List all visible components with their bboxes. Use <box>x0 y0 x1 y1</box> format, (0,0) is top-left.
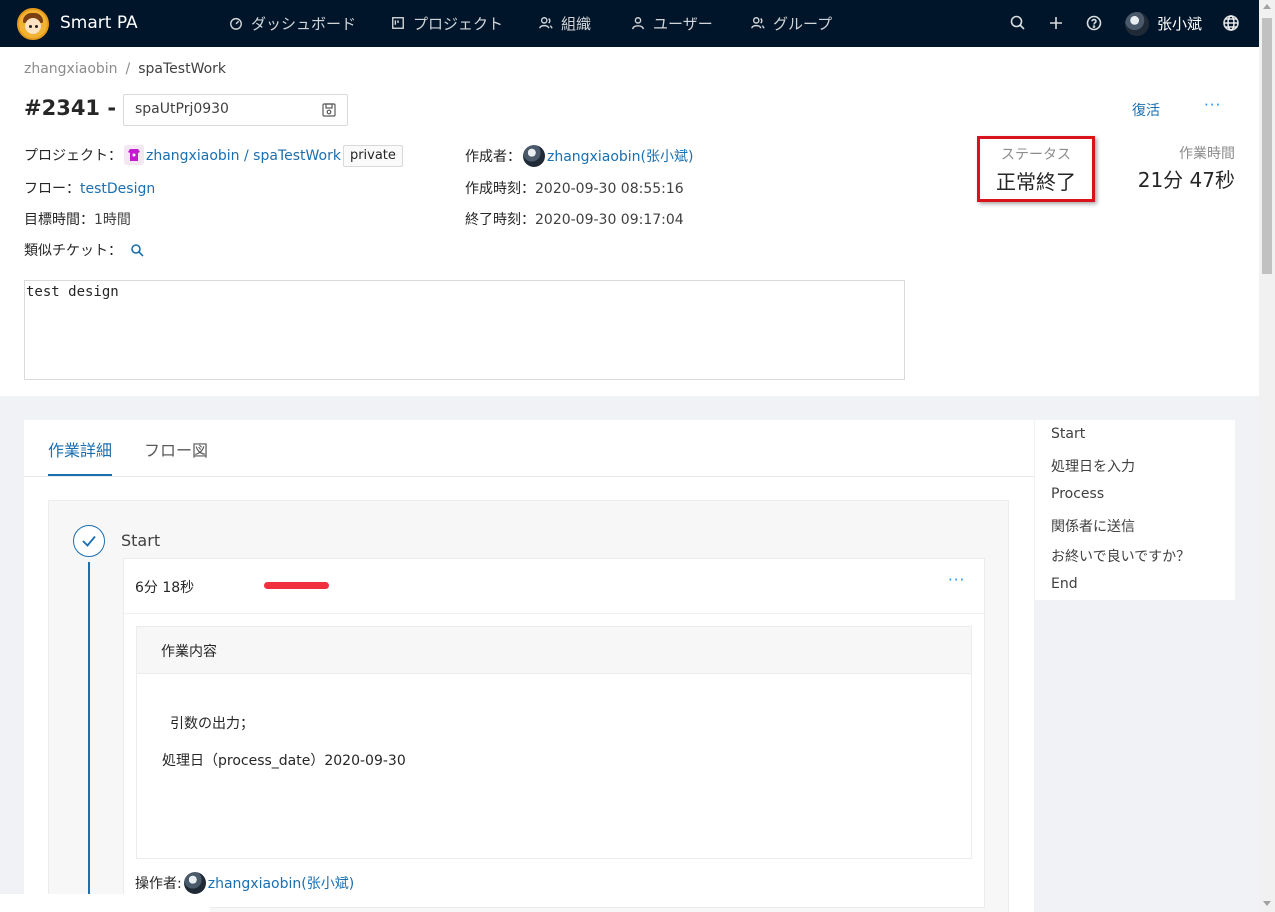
user-name[interactable]: 张小斌 <box>1157 13 1202 34</box>
more-options-icon[interactable]: ··· <box>1204 96 1221 114</box>
breadcrumb-owner[interactable]: zhangxiaobin <box>24 61 118 77</box>
scroll-down-arrow[interactable] <box>1263 901 1271 906</box>
brand-name[interactable]: Smart PA <box>60 13 138 33</box>
target-time-row: 目標時間：1時間 <box>24 212 131 228</box>
target-time-value: 1時間 <box>94 212 131 228</box>
project-type-icon <box>124 145 144 165</box>
project-row: プロジェクト： zhangxiaobin / spaTestWork private <box>24 145 403 167</box>
nav-users[interactable]: ユーザー <box>631 13 713 33</box>
step-complete-icon <box>73 525 105 557</box>
nav-groups[interactable]: グループ <box>751 13 832 33</box>
work-content-box: 作業内容 引数の出力； 処理日（process_date）2020-09-30 <box>136 626 972 859</box>
nav-projects[interactable]: プロジェクト <box>391 13 503 33</box>
creator-row: 作成者： zhangxiaobin(张小斌) <box>465 145 693 167</box>
status-label: ステータス <box>1001 147 1071 163</box>
help-icon[interactable] <box>1085 14 1103 32</box>
save-icon[interactable] <box>322 103 336 117</box>
ticket-header-panel: zhangxiaobin/spaTestWork #2341 - 復活 ··· … <box>0 47 1259 396</box>
ticket-number: #2341 - <box>24 96 117 120</box>
anchor-item[interactable]: Start <box>1051 426 1085 442</box>
user-avatar[interactable] <box>1125 12 1149 36</box>
scroll-up-arrow[interactable] <box>1263 4 1271 9</box>
dashboard-icon <box>230 17 242 30</box>
flow-row: フロー：testDesign <box>24 181 156 197</box>
anchor-item[interactable]: 関係者に送信 <box>1051 516 1135 536</box>
anchor-item[interactable]: End <box>1051 576 1078 592</box>
tab-work-detail[interactable]: 作業詳細 <box>48 437 112 461</box>
active-tab-indicator <box>48 474 112 476</box>
organization-icon <box>539 17 553 29</box>
description-text: test design <box>26 284 119 300</box>
work-time-label: 作業時間 <box>1179 146 1235 162</box>
step-duration: 6分 18秒 <box>135 580 195 596</box>
step-anchor-list: Start 処理日を入力 Process 関係者に送信 お終いで良いですか？ E… <box>1035 420 1235 600</box>
status-highlight-box: ステータス 正常終了 <box>977 136 1095 202</box>
plus-icon[interactable] <box>1047 14 1065 32</box>
breadcrumb-project[interactable]: spaTestWork <box>138 61 226 77</box>
detail-tabs: 作業詳細 フロー図 <box>24 420 1034 477</box>
work-content-line: 処理日（process_date）2020-09-30 <box>162 753 406 769</box>
breadcrumb: zhangxiaobin / spaTestWork <box>24 61 226 77</box>
top-navbar: Smart PA ダッシュボード プロジェクト 組織 ユーザー グループ 张小斌 <box>0 0 1259 47</box>
ended-time-value: 2020-09-30 09:17:04 <box>535 212 684 228</box>
project-link[interactable]: zhangxiaobin / spaTestWork <box>146 148 341 164</box>
nav-dashboard[interactable]: ダッシュボード <box>229 13 356 33</box>
similar-tickets-row: 類似チケット： <box>24 240 144 260</box>
work-content-header: 作業内容 <box>137 627 971 674</box>
nav-organization[interactable]: 組織 <box>539 13 591 33</box>
timeline: Start 6分 18秒 ··· 作業内容 引数の出力； 処理日（process… <box>48 500 1009 912</box>
work-content-line: 引数の出力； <box>170 716 254 732</box>
creator-avatar <box>523 145 545 167</box>
redacted-mark <box>264 582 329 589</box>
page-scrollbar[interactable] <box>1259 0 1275 912</box>
work-detail-card: 作業詳細 フロー図 Start 6分 18秒 ··· 作業内容 引数の出力； 処… <box>24 420 1034 912</box>
anchor-item[interactable]: 処理日を入力 <box>1051 456 1135 476</box>
search-icon[interactable] <box>1009 14 1027 32</box>
description-box[interactable]: test design <box>24 280 905 380</box>
globe-icon[interactable] <box>1222 14 1240 32</box>
anchor-item[interactable]: お終いで良いですか？ <box>1051 546 1190 566</box>
created-time-value: 2020-09-30 08:55:16 <box>535 181 684 197</box>
operator-link[interactable]: zhangxiaobin(张小斌) <box>208 876 354 892</box>
search-similar-icon[interactable] <box>130 243 144 257</box>
step-title: Start <box>121 531 161 550</box>
user-icon <box>632 17 644 30</box>
breadcrumb-separator: / <box>125 61 131 77</box>
group-icon <box>751 17 765 29</box>
flow-link[interactable]: testDesign <box>80 181 155 197</box>
tab-flow-diagram[interactable]: フロー図 <box>144 437 208 461</box>
created-time-row: 作成時刻：2020-09-30 08:55:16 <box>465 181 684 197</box>
step-more-icon[interactable]: ··· <box>948 571 965 589</box>
ticket-title-field[interactable] <box>123 94 348 126</box>
operator-row: 操作者: zhangxiaobin(张小斌) <box>135 872 354 894</box>
work-time-value: 21分 47秒 <box>1137 168 1235 192</box>
timeline-connector <box>88 562 90 912</box>
status-value: 正常終了 <box>996 170 1076 194</box>
app-logo[interactable] <box>17 8 49 40</box>
anchor-item[interactable]: Process <box>1051 486 1104 502</box>
operator-avatar <box>183 872 206 894</box>
creator-link[interactable]: zhangxiaobin(张小斌) <box>547 149 693 165</box>
ended-time-row: 終了時刻：2020-09-30 09:17:04 <box>465 212 684 228</box>
visibility-tag: private <box>342 145 403 167</box>
ticket-title-input[interactable] <box>135 101 315 117</box>
scrollbar-thumb[interactable] <box>1262 18 1272 274</box>
step-card: 6分 18秒 ··· 作業内容 引数の出力； 処理日（process_date）… <box>123 558 985 908</box>
restore-button[interactable]: 復活 <box>1132 100 1160 120</box>
project-icon <box>392 17 404 29</box>
